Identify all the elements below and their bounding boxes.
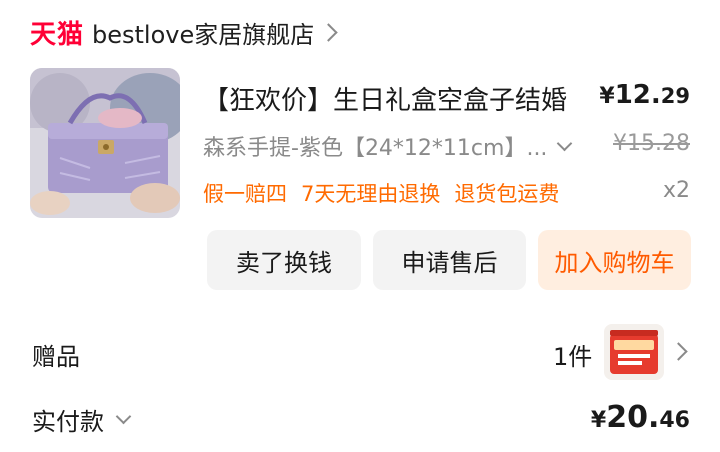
gift-image[interactable] [604, 324, 664, 380]
purple-gift-box-image [30, 68, 180, 218]
sell-button[interactable]: 卖了换钱 [207, 230, 361, 290]
after-sale-button[interactable]: 申请售后 [373, 230, 526, 290]
paid-amount: ¥20.46 [591, 400, 690, 435]
paid-decimal: 46 [659, 408, 690, 433]
price-integer: 12. [614, 80, 661, 110]
order-item-card: 天猫 bestlove家居旗舰店 【狂欢价】生日礼盒空盒子结婚 ¥12.29 森… [0, 0, 720, 452]
product-image[interactable] [30, 68, 180, 218]
service-guarantees: 假一赔四 7天无理由退换 退货包运费 [203, 178, 559, 208]
chevron-down-icon [115, 408, 132, 425]
add-to-cart-button[interactable]: 加入购物车 [538, 230, 691, 290]
gift-count[interactable]: 1件 [553, 337, 592, 372]
tmall-logo: 天猫 [30, 19, 85, 50]
price-decimal: 29 [660, 84, 690, 108]
original-price: ¥15.28 [613, 131, 690, 156]
guarantee-item: 退货包运费 [454, 182, 560, 206]
store-header[interactable]: 天猫 bestlove家居旗舰店 [30, 12, 338, 52]
price-currency: ¥ [599, 84, 615, 109]
product-spec[interactable]: 森系手提-紫色【24*12*11cm】... [203, 130, 573, 162]
spec-text: 森系手提-紫色【24*12*11cm】... [203, 136, 548, 161]
guarantee-item: 假一赔四 [203, 182, 287, 206]
chevron-right-icon [319, 23, 338, 42]
store-name[interactable]: bestlove家居旗舰店 [92, 15, 314, 50]
gift-label: 赠品 [32, 343, 80, 371]
chevron-down-icon [557, 135, 573, 151]
paid-amount-toggle[interactable]: 实付款 [32, 402, 132, 437]
chevron-right-icon[interactable] [669, 342, 688, 361]
paid-label: 实付款 [32, 408, 104, 436]
product-title[interactable]: 【狂欢价】生日礼盒空盒子结婚 [203, 80, 567, 117]
paid-integer: 20. [606, 400, 660, 435]
gift-package-image [604, 324, 664, 380]
paid-currency: ¥ [590, 408, 607, 433]
quantity: x2 [662, 178, 690, 203]
unit-price: ¥12.29 [599, 80, 690, 110]
guarantee-item: 7天无理由退换 [301, 182, 441, 206]
